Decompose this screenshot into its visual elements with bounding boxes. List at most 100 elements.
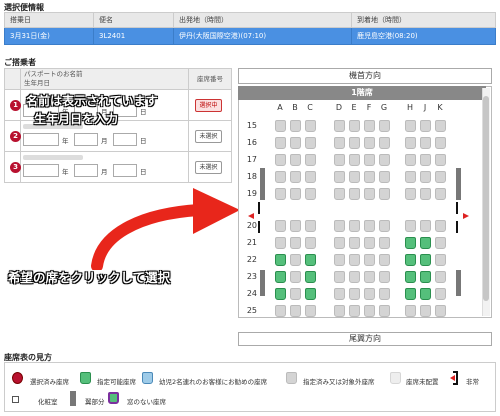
row-number: 22 bbox=[246, 255, 257, 264]
column-letter: G bbox=[380, 103, 388, 112]
seat-unavailable bbox=[290, 237, 301, 249]
column-letter: J bbox=[423, 103, 427, 112]
birth-month-input[interactable] bbox=[74, 164, 98, 177]
seat-available[interactable] bbox=[305, 288, 316, 300]
legend-no-window-label: 窓のない座席 bbox=[127, 398, 166, 406]
seat-unavailable bbox=[290, 220, 301, 232]
legend-no-window-icon bbox=[108, 392, 119, 404]
seat-unavailable bbox=[349, 188, 360, 200]
seat-available[interactable] bbox=[275, 271, 286, 283]
column-letter: E bbox=[351, 103, 357, 112]
front-direction-label: 機首方向 bbox=[238, 68, 492, 84]
flight-number: 3L2401 bbox=[93, 27, 174, 45]
seat-unavailable bbox=[405, 188, 416, 200]
seat-unavailable bbox=[379, 188, 390, 200]
seat-available[interactable] bbox=[405, 237, 416, 249]
seat-status-button[interactable]: 選択中 bbox=[195, 99, 222, 112]
seat-unavailable bbox=[405, 120, 416, 132]
legend-not-placed-label: 座席未配置 bbox=[406, 378, 439, 386]
seat-unavailable bbox=[349, 254, 360, 266]
birth-month-input[interactable] bbox=[74, 133, 98, 146]
legend-unavailable-icon bbox=[286, 372, 297, 384]
seat-unavailable bbox=[290, 254, 301, 266]
seat-unavailable bbox=[290, 137, 301, 149]
rear-direction-label: 尾翼方向 bbox=[238, 332, 492, 346]
column-letter: K bbox=[437, 103, 443, 112]
column-letter: H bbox=[406, 103, 413, 112]
seat-unavailable bbox=[435, 271, 446, 283]
seat-unavailable bbox=[435, 171, 446, 183]
flight-header-row: 搭乗日 便名 出発地（時間） 到着地（時間） bbox=[4, 12, 496, 28]
seat-unavailable bbox=[305, 171, 316, 183]
seat-unavailable bbox=[334, 188, 345, 200]
seat-available[interactable] bbox=[305, 254, 316, 266]
seat-available[interactable] bbox=[420, 237, 431, 249]
seat-unavailable bbox=[349, 305, 360, 317]
year-label: 年 bbox=[62, 137, 69, 145]
header-date: 搭乗日 bbox=[4, 12, 94, 28]
row-number: 17 bbox=[246, 155, 257, 164]
seat-status-button[interactable]: 未選択 bbox=[195, 130, 222, 143]
seat-unavailable bbox=[349, 220, 360, 232]
seat-available[interactable] bbox=[305, 271, 316, 283]
row-number: 20 bbox=[246, 221, 257, 230]
seat-unavailable bbox=[364, 237, 375, 249]
legend-available-icon bbox=[80, 372, 91, 384]
seatmap-scroll-thumb[interactable] bbox=[483, 96, 489, 301]
seat-available[interactable] bbox=[405, 288, 416, 300]
passenger-number-badge: 3 bbox=[10, 162, 21, 173]
flight-info-table: 搭乗日 便名 出発地（時間） 到着地（時間） 3月31日(金) 3L2401 伊… bbox=[4, 12, 496, 45]
legend-selected-icon bbox=[12, 372, 23, 384]
legend-not-placed-icon bbox=[390, 372, 401, 384]
seat-unavailable bbox=[349, 120, 360, 132]
seat-unavailable bbox=[290, 271, 301, 283]
legend-available-label: 指定可能座席 bbox=[97, 378, 136, 386]
exit-marker-right bbox=[456, 221, 458, 233]
seat-unavailable bbox=[405, 171, 416, 183]
seat-available[interactable] bbox=[275, 254, 286, 266]
seat-unavailable bbox=[420, 171, 431, 183]
seat-unavailable bbox=[349, 288, 360, 300]
seat-status-button[interactable]: 未選択 bbox=[195, 161, 222, 174]
seat-unavailable bbox=[334, 220, 345, 232]
seat-unavailable bbox=[275, 220, 286, 232]
passenger-section-title: ご搭乗者 bbox=[4, 58, 36, 67]
seat-available[interactable] bbox=[420, 271, 431, 283]
legend-unavailable-label: 指定済み又は対象外座席 bbox=[303, 378, 375, 386]
exit-marker-right bbox=[456, 202, 458, 214]
header-arrival: 到着地（時間） bbox=[351, 12, 496, 28]
seat-unavailable bbox=[349, 171, 360, 183]
seat-unavailable bbox=[435, 120, 446, 132]
seat-unavailable bbox=[364, 137, 375, 149]
birth-year-input[interactable] bbox=[23, 133, 59, 146]
seat-unavailable bbox=[334, 305, 345, 317]
seat-available[interactable] bbox=[405, 254, 416, 266]
seat-available[interactable] bbox=[275, 288, 286, 300]
legend-lavatory-label: 化粧室 bbox=[38, 398, 58, 406]
seat-unavailable bbox=[435, 305, 446, 317]
legend-exit-icon bbox=[450, 370, 458, 385]
birth-day-input[interactable] bbox=[113, 164, 137, 177]
seat-available[interactable] bbox=[420, 254, 431, 266]
month-label: 月 bbox=[101, 168, 108, 176]
seat-unavailable bbox=[334, 288, 345, 300]
seat-unavailable bbox=[379, 171, 390, 183]
seat-unavailable bbox=[379, 271, 390, 283]
day-label: 日 bbox=[140, 168, 147, 176]
seat-unavailable bbox=[305, 154, 316, 166]
seat-available[interactable] bbox=[405, 271, 416, 283]
seat-unavailable bbox=[364, 120, 375, 132]
seat-unavailable bbox=[334, 271, 345, 283]
seat-unavailable bbox=[290, 171, 301, 183]
seat-unavailable bbox=[275, 137, 286, 149]
wing-section bbox=[456, 168, 461, 200]
seat-unavailable bbox=[379, 137, 390, 149]
birth-year-input[interactable] bbox=[23, 164, 59, 177]
emergency-exit-right-icon bbox=[461, 205, 469, 219]
seat-unavailable bbox=[349, 271, 360, 283]
day-label: 日 bbox=[140, 137, 147, 145]
seat-available[interactable] bbox=[420, 288, 431, 300]
seat-unavailable bbox=[349, 237, 360, 249]
birth-day-input[interactable] bbox=[113, 133, 137, 146]
deck-header: 1階席 bbox=[238, 86, 486, 100]
